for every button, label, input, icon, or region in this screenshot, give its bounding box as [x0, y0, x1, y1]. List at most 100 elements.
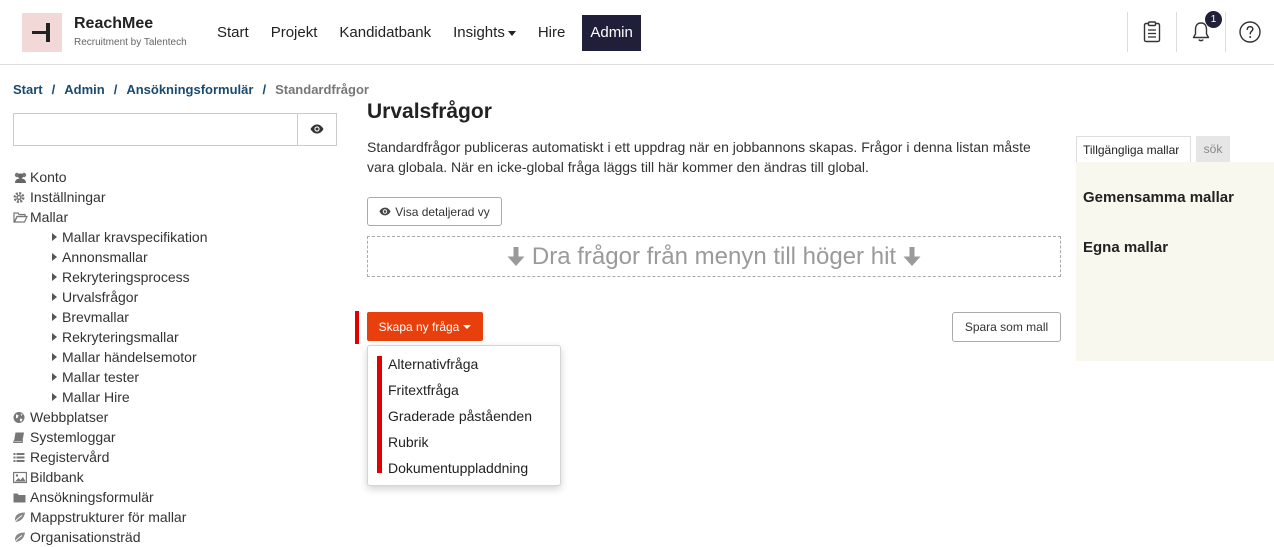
question-dropzone[interactable]: Dra frågor från menyn till höger hit — [367, 236, 1061, 277]
breadcrumb-ansokningsformular[interactable]: Ansökningsformulär — [126, 82, 253, 97]
panel-heading-gemensamma[interactable]: Gemensamma mallar — [1083, 189, 1234, 206]
tree-item-mallar-handelsemotor[interactable]: Mallar händelsemotor — [13, 347, 208, 367]
tree-item-label: Ansökningsformulär — [30, 489, 154, 505]
notifications-button[interactable]: 1 — [1176, 11, 1225, 52]
clipboard-button[interactable] — [1127, 12, 1176, 52]
leaf-icon — [13, 531, 26, 544]
nav-kandidatbank[interactable]: Kandidatbank — [328, 15, 442, 51]
nav-start[interactable]: Start — [206, 15, 260, 51]
tree-item-label: Inställningar — [30, 189, 106, 205]
sidebar-search — [13, 113, 337, 146]
tree-item-organisationstrad[interactable]: Organisationsträd — [13, 527, 208, 547]
create-question-label: Skapa ny fråga — [378, 319, 460, 334]
main-nav: Start Projekt Kandidatbank Insights Hire… — [206, 15, 641, 51]
nav-insights[interactable]: Insights — [442, 15, 527, 51]
users-icon — [13, 171, 27, 184]
tree-item-mallar-hire[interactable]: Mallar Hire — [13, 387, 208, 407]
folder-open-icon — [13, 211, 28, 224]
page-title: Urvalsfrågor — [367, 100, 492, 123]
caret-right-icon — [52, 293, 57, 301]
caret-down-icon — [463, 324, 472, 329]
tree-item-installningar[interactable]: Inställningar — [13, 187, 208, 207]
folder-icon — [13, 491, 26, 504]
eye-icon — [310, 124, 324, 134]
nav-projekt[interactable]: Projekt — [260, 15, 329, 51]
globe-icon — [13, 411, 26, 424]
tree-item-urvalsfragor[interactable]: Urvalsfrågor — [13, 287, 208, 307]
tree-item-webbplatser[interactable]: Webbplatser — [13, 407, 208, 427]
breadcrumb-current: Standardfrågor — [275, 82, 369, 97]
arrow-down-icon — [903, 246, 921, 266]
tab-tillgangliga-mallar[interactable]: Tillgängliga mallar — [1076, 136, 1191, 162]
admin-tree: Konto Inställningar Mallar Mallar kravsp… — [13, 167, 208, 547]
tree-item-bildbank[interactable]: Bildbank — [13, 467, 208, 487]
highlight-marker — [355, 311, 359, 344]
detail-view-label: Visa detaljerad vy — [395, 204, 490, 219]
dropzone-text: Dra frågor från menyn till höger hit — [531, 242, 897, 270]
menu-item-alternativfraga[interactable]: Alternativfråga — [368, 351, 560, 377]
caret-right-icon — [52, 353, 57, 361]
breadcrumb-admin[interactable]: Admin — [64, 82, 104, 97]
breadcrumb-start[interactable]: Start — [13, 82, 43, 97]
nav-insights-label: Insights — [453, 24, 505, 41]
menu-item-graderade-pastaenden[interactable]: Graderade påståenden — [368, 403, 560, 429]
notification-count-badge: 1 — [1205, 11, 1222, 28]
breadcrumb: Start / Admin / Ansökningsformulär / Standardf… — [13, 82, 369, 97]
menu-item-fritextfraga[interactable]: Fritextfråga — [368, 377, 560, 403]
nav-hire[interactable]: Hire — [527, 15, 577, 51]
tree-item-registervard[interactable]: Registervård — [13, 447, 208, 467]
caret-right-icon — [52, 273, 57, 281]
show-button[interactable] — [297, 114, 336, 145]
tree-item-brevmallar[interactable]: Brevmallar — [13, 307, 208, 327]
sidebar-search-input[interactable] — [14, 114, 297, 145]
tab-sok[interactable]: sök — [1196, 136, 1230, 162]
tree-item-mallar[interactable]: Mallar — [13, 207, 208, 227]
tree-item-label: Konto — [30, 169, 67, 185]
tree-item-konto[interactable]: Konto — [13, 167, 208, 187]
tree-item-label: Organisationsträd — [30, 529, 141, 545]
breadcrumb-separator: / — [51, 82, 56, 97]
tree-item-label: Urvalsfrågor — [62, 289, 139, 305]
save-as-template-button[interactable]: Spara som mall — [952, 312, 1061, 342]
tree-item-mappstrukturer[interactable]: Mappstrukturer för mallar — [13, 507, 208, 527]
tree-item-label: Registervård — [30, 449, 110, 465]
reachmee-logo[interactable] — [22, 13, 62, 52]
brand-subtitle: Recruitment by Talentech — [74, 37, 187, 48]
tree-item-label: Mappstrukturer för mallar — [30, 509, 187, 525]
caret-right-icon — [52, 233, 57, 241]
tree-item-label: Brevmallar — [62, 309, 129, 325]
brand-name: ReachMee — [74, 15, 154, 32]
tree-item-rekryteringsmallar[interactable]: Rekryteringsmallar — [13, 327, 208, 347]
caret-right-icon — [52, 373, 57, 381]
detail-view-button[interactable]: Visa detaljerad vy — [367, 197, 502, 226]
caret-right-icon — [52, 333, 57, 341]
help-button[interactable] — [1225, 12, 1274, 52]
nav-admin[interactable]: Admin — [582, 15, 641, 51]
caret-right-icon — [52, 393, 57, 401]
caret-right-icon — [52, 313, 57, 321]
leaf-icon — [13, 511, 26, 524]
create-question-button[interactable]: Skapa ny fråga — [367, 312, 483, 341]
tree-item-label: Mallar Hire — [62, 389, 130, 405]
question-type-menu: Alternativfråga Fritextfråga Graderade p… — [367, 345, 561, 486]
tree-item-label: Annonsmallar — [62, 249, 148, 265]
breadcrumb-separator: / — [113, 82, 118, 97]
clipboard-icon — [1143, 21, 1161, 43]
tree-item-rekryteringsprocess[interactable]: Rekryteringsprocess — [13, 267, 208, 287]
tree-item-mallar-tester[interactable]: Mallar tester — [13, 367, 208, 387]
gear-icon — [13, 191, 26, 204]
tree-item-systemloggar[interactable]: Systemloggar — [13, 427, 208, 447]
breadcrumb-separator: / — [262, 82, 267, 97]
caret-right-icon — [52, 253, 57, 261]
list-icon — [13, 451, 26, 464]
tree-item-label: Mallar tester — [62, 369, 140, 385]
tree-item-label: Systemloggar — [30, 429, 116, 445]
panel-heading-egna[interactable]: Egna mallar — [1083, 239, 1168, 256]
tree-item-ansokningsformular[interactable]: Ansökningsformulär — [13, 487, 208, 507]
tree-item-label: Mallar händelsemotor — [62, 349, 197, 365]
menu-item-dokumentuppladdning[interactable]: Dokumentuppladdning — [368, 455, 560, 481]
tree-item-annonsmallar[interactable]: Annonsmallar — [13, 247, 208, 267]
eye-icon — [379, 207, 391, 216]
menu-item-rubrik[interactable]: Rubrik — [368, 429, 560, 455]
tree-item-mallar-kravspecifikation[interactable]: Mallar kravspecifikation — [13, 227, 208, 247]
